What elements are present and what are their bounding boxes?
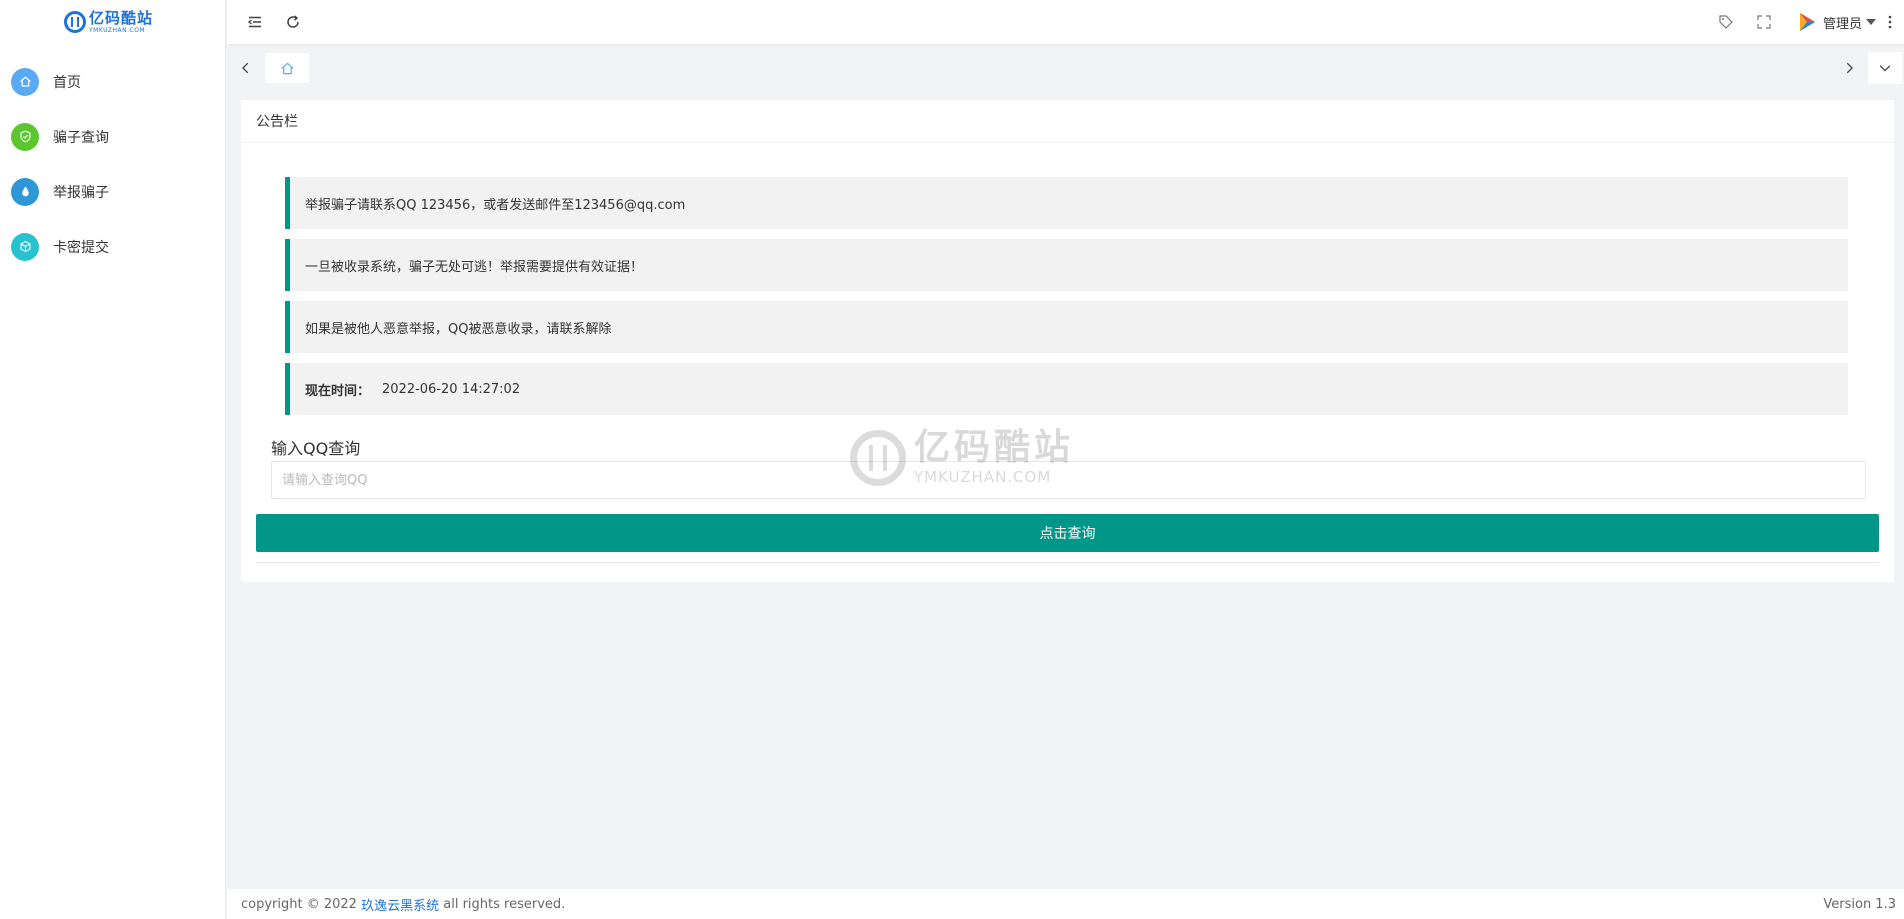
time-label: 现在时间： [305,383,371,399]
tab-home[interactable] [265,53,309,83]
more-button[interactable] [1876,0,1904,44]
fullscreen-icon [1757,15,1771,29]
chevron-down-icon [1866,19,1876,25]
tab-scroll-right-button[interactable] [1830,46,1868,90]
sidebar-item-query[interactable]: 骗子查询 [0,109,225,164]
fullscreen-button[interactable] [1745,0,1783,44]
query-form: 输入QQ查询 点击查询 [241,425,1894,552]
tag-button[interactable] [1707,0,1745,44]
sidebar-item-label: 骗子查询 [53,129,109,146]
notice-item: 举报骗子请联系QQ 123456，或者发送邮件至123456@qq.com [285,177,1848,229]
user-menu[interactable]: 管理员 [1795,10,1876,34]
tab-scroll-left-button[interactable] [227,46,265,90]
qq-input-label: 输入QQ查询 [271,439,361,458]
logo-text: 亿码酷站 [88,8,153,27]
user-name: 管理员 [1822,16,1862,32]
time-value: 2022-06-20 14:27:02 [382,381,521,397]
sidebar-nav: 首页 骗子查询 举报骗子 卡密提交 [0,54,225,274]
home-icon [11,67,39,96]
home-icon [280,62,294,74]
current-time-notice: 现在时间： 2022-06-20 14:27:02 [285,363,1848,415]
copyright-prefix: copyright © 2022 [241,896,357,912]
chevron-right-icon [1846,62,1853,74]
drop-icon [11,177,39,206]
sidebar-item-home[interactable]: 首页 [0,54,225,109]
shield-check-icon [11,122,39,151]
sidebar-item-label: 卡密提交 [53,239,109,256]
cube-icon [11,232,39,261]
chevron-left-icon [242,62,249,74]
footer: copyright © 2022 玖逸云黑系统 all rights reser… [227,889,1904,919]
top-header: 管理员 [227,0,1904,44]
chevron-down-icon [1879,65,1891,72]
card-title: 公告栏 [241,100,1894,143]
tag-icon [1719,15,1733,29]
notice-item: 一旦被收录系统，骗子无处可逃！举报需要提供有效证据！ [285,239,1848,291]
notice-card: 公告栏 举报骗子请联系QQ 123456，或者发送邮件至123456@qq.co… [241,100,1894,582]
logo-icon [63,11,86,33]
logo-subtext: YMKUZHAN.COM [88,26,146,34]
query-button[interactable]: 点击查询 [256,514,1879,552]
system-link[interactable]: 玖逸云黑系统 [361,895,439,914]
tab-options-button[interactable] [1868,52,1902,84]
sidebar: 亿码酷站 YMKUZHAN.COM 首页 骗子查询 举报骗子 卡密提交 [0,0,226,919]
copyright-suffix: all rights reserved. [443,896,566,912]
notice-item: 如果是被他人恶意举报，QQ被恶意收录，请联系解除 [285,301,1848,353]
notice-list: 举报骗子请联系QQ 123456，或者发送邮件至123456@qq.com 一旦… [241,143,1894,415]
sidebar-item-report[interactable]: 举报骗子 [0,164,225,219]
avatar [1799,13,1815,31]
collapse-menu-button[interactable] [236,0,274,44]
more-vertical-icon [1888,15,1892,29]
version-text: Version 1.3 [1823,896,1896,912]
menu-collapse-icon [247,16,261,28]
qq-search-input[interactable] [271,461,1866,499]
sidebar-item-label: 举报骗子 [53,184,109,201]
sidebar-item-card-submit[interactable]: 卡密提交 [0,219,225,274]
logo[interactable]: 亿码酷站 YMKUZHAN.COM [0,0,225,44]
tab-bar [227,46,1904,90]
divider [256,562,1879,563]
refresh-icon [287,15,299,28]
refresh-button[interactable] [274,0,312,44]
sidebar-item-label: 首页 [53,74,81,91]
